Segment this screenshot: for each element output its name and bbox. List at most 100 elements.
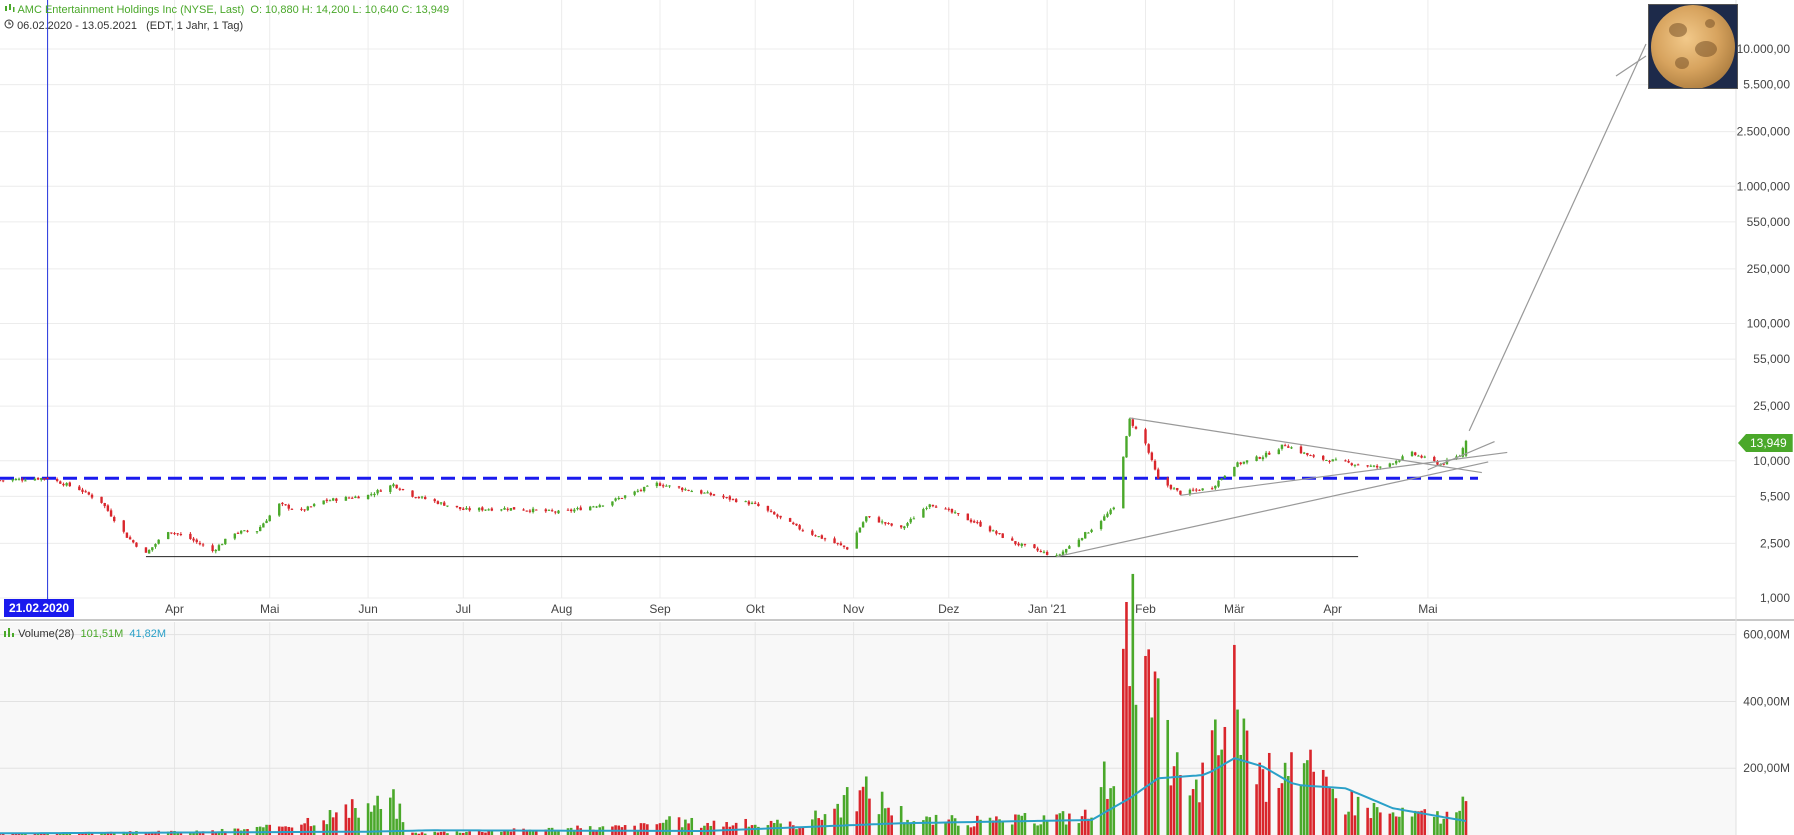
volume-value: 101,51M xyxy=(80,628,124,640)
volume-bar xyxy=(1344,814,1347,835)
volume-bar xyxy=(1356,796,1360,835)
volume-bar xyxy=(325,824,329,835)
x-tick-label: Dez xyxy=(938,602,959,616)
candle-body xyxy=(766,505,770,511)
candle-body xyxy=(788,518,792,522)
candle-body xyxy=(1017,543,1020,546)
candle-body xyxy=(312,504,316,507)
candle-body xyxy=(1264,452,1268,457)
candle-body xyxy=(620,497,624,499)
candle-body xyxy=(103,503,106,507)
candle-body xyxy=(500,509,503,511)
candle-body xyxy=(1153,460,1157,470)
chart-canvas[interactable]: Apr Mai Jun Jul Aug Sep Okt Nov Dez Jan '21 Feb Mär… xyxy=(0,0,1794,835)
volume-bar xyxy=(1188,795,1192,835)
candle-body xyxy=(214,549,217,552)
candle-body xyxy=(65,483,68,486)
candle-body xyxy=(125,532,129,538)
candle-body xyxy=(176,533,179,535)
candle-body xyxy=(557,510,560,514)
candle-body xyxy=(173,533,176,535)
volume-bar xyxy=(1087,818,1090,835)
y-tick-label: 25,000 xyxy=(1753,399,1790,413)
volume-bar xyxy=(392,789,395,835)
candle-body xyxy=(1077,539,1081,547)
candle-body xyxy=(823,538,827,540)
candle-body xyxy=(550,510,554,512)
clock-icon xyxy=(4,19,17,32)
volume-bar xyxy=(836,803,840,835)
candle-body xyxy=(887,522,890,524)
candle-body xyxy=(925,507,928,509)
candle-body xyxy=(109,510,113,517)
candle-body xyxy=(1080,538,1084,540)
candle-body xyxy=(1131,419,1135,426)
volume-bar xyxy=(677,817,681,835)
range-text[interactable]: 06.02.2020 - 13.05.2021 xyxy=(17,20,137,32)
candle-body xyxy=(309,506,313,508)
candle-body xyxy=(1388,463,1392,467)
candle-body xyxy=(347,497,351,499)
candle-body xyxy=(113,517,116,522)
candle-body xyxy=(268,515,271,522)
volume-bar xyxy=(1045,821,1049,835)
candle-body xyxy=(642,486,646,492)
candle-body xyxy=(598,505,601,508)
candle-body xyxy=(1394,461,1398,464)
volume-bar xyxy=(268,824,272,835)
y-tick-label: 550,000 xyxy=(1747,215,1791,229)
candle-body xyxy=(1109,509,1112,514)
chart-title: AMC Entertainment Holdings Inc (NYSE, La… xyxy=(4,3,449,16)
volume-bar xyxy=(1464,801,1468,835)
candle-body xyxy=(633,491,636,495)
volume-bar xyxy=(1102,761,1106,835)
candle-body xyxy=(1099,521,1103,530)
volume-bar xyxy=(928,817,932,835)
candle-body xyxy=(331,498,335,501)
volume-label[interactable]: Volume(28) xyxy=(18,628,74,640)
volume-bar xyxy=(887,807,890,835)
candle-body xyxy=(100,496,103,503)
candle-body xyxy=(569,509,573,512)
candle-body xyxy=(354,496,357,498)
candle-body xyxy=(706,492,709,494)
candle-body xyxy=(192,538,195,541)
candle-body xyxy=(991,530,995,532)
volume-bar xyxy=(642,823,646,835)
candle-body xyxy=(646,485,649,487)
candle-body xyxy=(899,525,903,528)
candle-body xyxy=(890,523,893,526)
candle-body xyxy=(40,478,43,480)
candle-body xyxy=(1179,490,1182,495)
candle-body xyxy=(1150,452,1154,460)
candle-body xyxy=(979,521,982,527)
volume-bar xyxy=(1436,811,1439,835)
date-range: 06.02.2020 - 13.05.2021 (EDT, 1 Jahr, 1 … xyxy=(4,19,243,32)
candle-body xyxy=(687,489,690,491)
candle-body xyxy=(233,533,237,539)
candle-body xyxy=(122,520,125,532)
volume-bar xyxy=(281,826,284,835)
candle-body xyxy=(239,530,243,534)
candle-body xyxy=(668,485,671,487)
candle-body xyxy=(189,533,192,539)
candle-body xyxy=(573,509,576,512)
candle-body xyxy=(1233,466,1236,477)
candle-body xyxy=(798,525,801,530)
candle-body xyxy=(468,508,471,511)
volume-bar xyxy=(1347,811,1350,835)
instrument-name[interactable]: AMC Entertainment Holdings Inc (NYSE, La… xyxy=(17,4,244,16)
candle-body xyxy=(1239,462,1242,465)
candle-body xyxy=(1328,460,1331,462)
candle-body xyxy=(1306,453,1309,455)
volume-bar xyxy=(1331,788,1335,835)
volume-bar xyxy=(1191,789,1195,835)
candle-body xyxy=(33,478,37,481)
candle-body xyxy=(773,512,776,515)
candle-body xyxy=(484,509,487,511)
candle-body xyxy=(1331,459,1334,462)
volume-bar xyxy=(1277,787,1281,835)
volume-bar xyxy=(899,806,903,835)
candle-body xyxy=(868,516,871,518)
candle-body xyxy=(1280,444,1284,449)
